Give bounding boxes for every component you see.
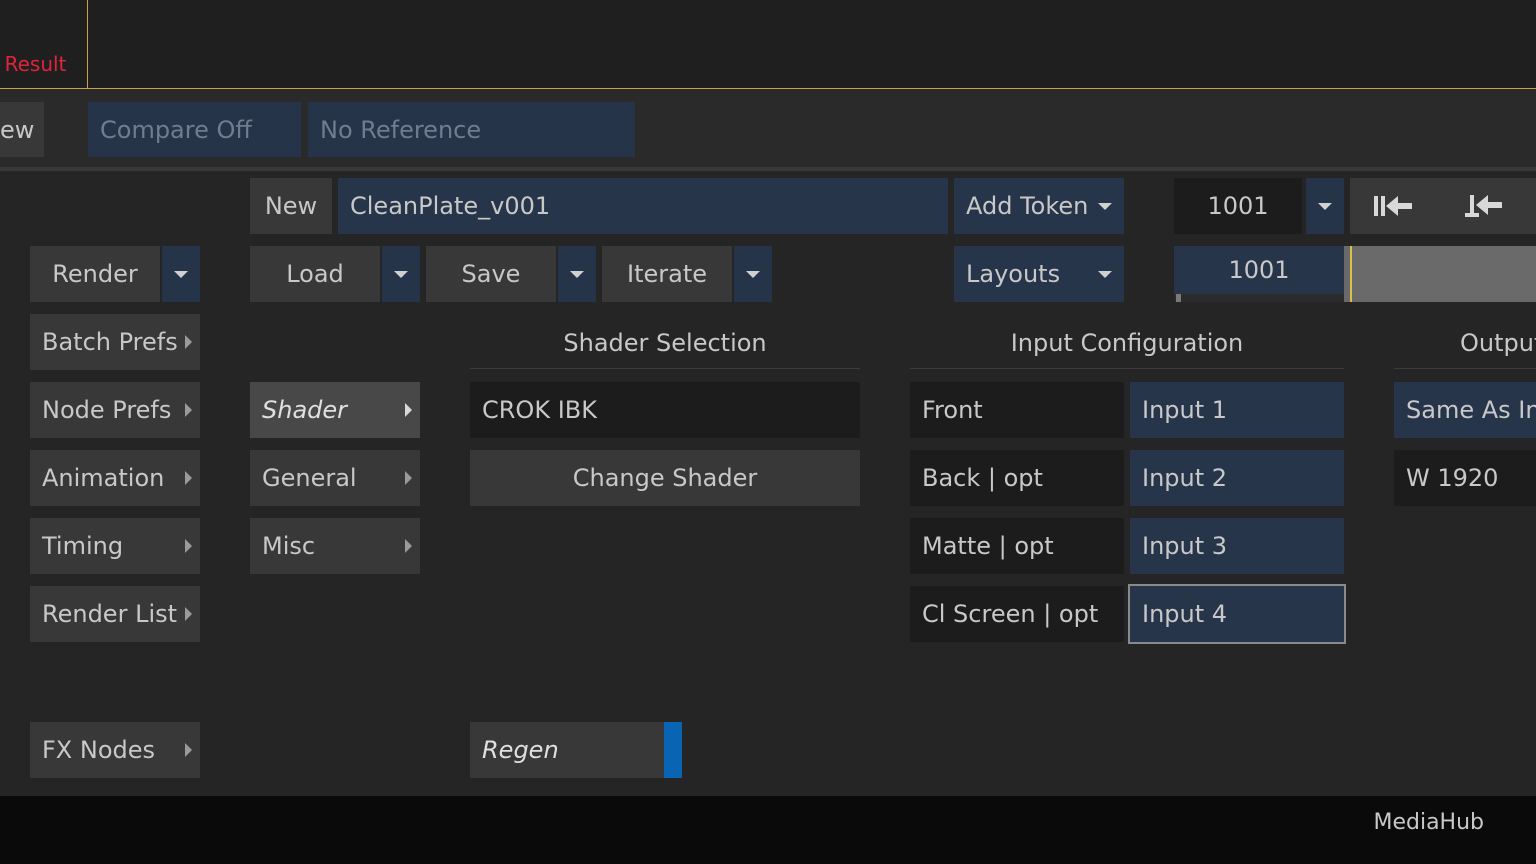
- menu-label: Render List: [42, 600, 178, 628]
- regen-toggle[interactable]: Regen: [470, 722, 682, 778]
- menu-label: FX Nodes: [42, 736, 156, 764]
- add-token-label: Add Token: [966, 192, 1089, 220]
- chevron-right-icon: [185, 743, 192, 757]
- view-button[interactable]: ew: [0, 102, 44, 157]
- new-button[interactable]: New: [250, 178, 332, 234]
- chevron-down-icon: [1098, 271, 1112, 278]
- header-underline: [1394, 368, 1536, 369]
- frame-field-track: [1174, 294, 1344, 302]
- frame-display[interactable]: 1001: [1174, 178, 1302, 234]
- render-button[interactable]: Render: [30, 246, 160, 302]
- menu-animation[interactable]: Animation: [30, 450, 200, 506]
- input-select-front[interactable]: Input 1: [1130, 382, 1344, 438]
- tab-general[interactable]: General: [250, 450, 420, 506]
- save-dropdown[interactable]: [558, 246, 596, 302]
- tab-shader[interactable]: Shader: [250, 382, 420, 438]
- tab-label: General: [262, 464, 357, 492]
- menu-batch-prefs[interactable]: Batch Prefs: [30, 314, 200, 370]
- add-token-dropdown[interactable]: Add Token: [954, 178, 1124, 234]
- timeline-playhead[interactable]: [1350, 246, 1352, 302]
- previous-keyframe-icon[interactable]: [1464, 178, 1504, 234]
- header-underline: [910, 368, 1344, 369]
- menu-label: Batch Prefs: [42, 328, 178, 356]
- result-tab-label: o Result: [0, 52, 67, 76]
- mediahub-button[interactable]: MediaHub: [1373, 810, 1484, 835]
- output-resolution-dropdown[interactable]: Same As In: [1394, 382, 1536, 438]
- input-select-back[interactable]: Input 2: [1130, 450, 1344, 506]
- input-label-matte: Matte | opt: [910, 518, 1124, 574]
- input-label-clean-screen: Cl Screen | opt: [910, 586, 1124, 642]
- transport-controls: [1350, 178, 1536, 234]
- chevron-right-icon: [185, 471, 192, 485]
- input-label-front: Front: [910, 382, 1124, 438]
- status-bar: [0, 796, 1536, 864]
- regen-label: Regen: [482, 736, 559, 764]
- shader-selection-header: Shader Selection: [563, 329, 767, 357]
- chevron-right-icon: [185, 607, 192, 621]
- input-select-clean-screen[interactable]: Input 4: [1128, 584, 1346, 644]
- frame-dropdown[interactable]: [1306, 178, 1344, 234]
- go-to-start-icon[interactable]: [1372, 178, 1414, 234]
- menu-fx-nodes[interactable]: FX Nodes: [30, 722, 200, 778]
- chevron-down-icon: [746, 270, 760, 278]
- chevron-right-icon: [185, 539, 192, 553]
- frame-field-handle: [1176, 294, 1181, 302]
- chevron-down-icon: [394, 270, 408, 278]
- chevron-right-icon: [185, 335, 192, 349]
- save-button[interactable]: Save: [426, 246, 556, 302]
- regen-indicator: [664, 722, 682, 778]
- output-width-field[interactable]: W 1920: [1394, 450, 1536, 506]
- viewer-area: [0, 0, 1536, 88]
- load-dropdown[interactable]: [382, 246, 420, 302]
- chevron-down-icon: [174, 270, 188, 278]
- menu-label: Timing: [42, 532, 124, 560]
- chevron-right-icon: [405, 403, 412, 417]
- input-select-matte[interactable]: Input 3: [1130, 518, 1344, 574]
- render-dropdown[interactable]: [162, 246, 200, 302]
- tab-label: Shader: [262, 396, 348, 424]
- layouts-label: Layouts: [966, 260, 1061, 288]
- header-underline: [470, 368, 860, 369]
- menu-label: Node Prefs: [42, 396, 172, 424]
- iterate-button[interactable]: Iterate: [602, 246, 732, 302]
- chevron-right-icon: [405, 539, 412, 553]
- current-shader-field: CROK IBK: [470, 382, 860, 438]
- menu-node-prefs[interactable]: Node Prefs: [30, 382, 200, 438]
- input-configuration-header: Input Configuration: [1010, 329, 1244, 357]
- menu-render-list[interactable]: Render List: [30, 586, 200, 642]
- tab-misc[interactable]: Misc: [250, 518, 420, 574]
- iterate-dropdown[interactable]: [734, 246, 772, 302]
- chevron-right-icon: [185, 403, 192, 417]
- divider: [0, 167, 1536, 171]
- name-field[interactable]: CleanPlate_v001: [338, 178, 948, 234]
- load-button[interactable]: Load: [250, 246, 380, 302]
- output-header: Output: [1460, 329, 1536, 357]
- menu-timing[interactable]: Timing: [30, 518, 200, 574]
- chevron-right-icon: [405, 471, 412, 485]
- reference-dropdown[interactable]: No Reference: [308, 102, 635, 157]
- tab-label: Misc: [262, 532, 316, 560]
- change-shader-button[interactable]: Change Shader: [470, 450, 860, 506]
- input-label-back: Back | opt: [910, 450, 1124, 506]
- chevron-down-icon: [1098, 203, 1112, 210]
- chevron-down-icon: [570, 270, 584, 278]
- current-frame-field[interactable]: 1001: [1174, 246, 1344, 294]
- chevron-down-icon: [1318, 202, 1332, 210]
- compare-dropdown[interactable]: Compare Off: [88, 102, 301, 157]
- menu-label: Animation: [42, 464, 165, 492]
- layouts-dropdown[interactable]: Layouts: [954, 246, 1124, 302]
